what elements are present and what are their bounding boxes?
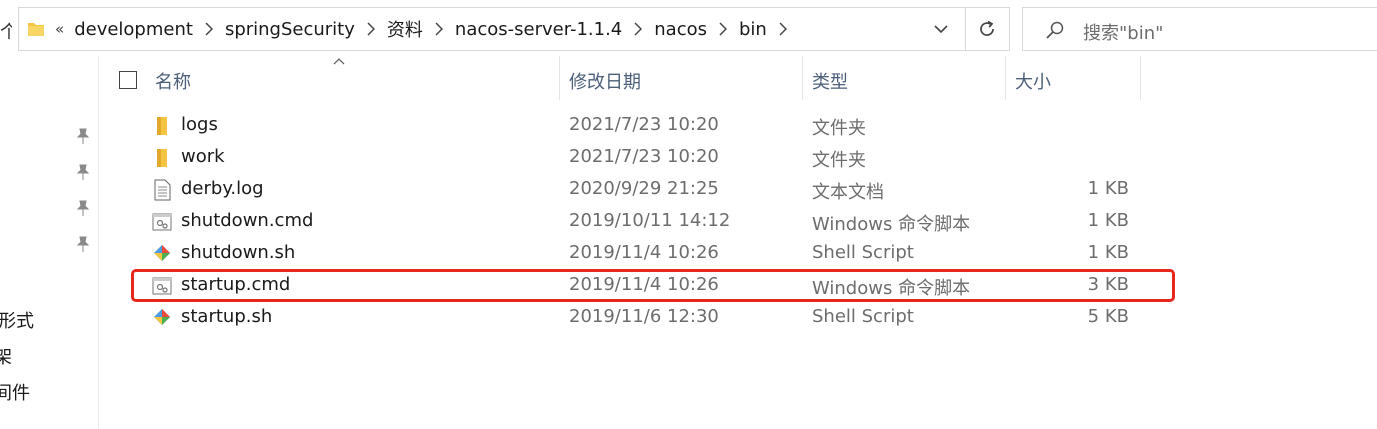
file-size: 3 KB <box>1087 274 1129 295</box>
folder-icon <box>157 117 167 135</box>
pin-icon[interactable] <box>74 163 92 181</box>
file-type: Windows 命令脚本 <box>812 278 971 299</box>
file-row[interactable]: startup.sh 2019/11/6 12:30 Shell Script … <box>140 302 1160 334</box>
nav-item-quick-access[interactable]: 形式 <box>0 307 34 333</box>
file-date: 2019/10/11 14:12 <box>569 210 731 231</box>
folder-icon <box>28 23 44 36</box>
pin-icon[interactable] <box>74 127 92 145</box>
file-row[interactable]: logs 2021/7/23 10:20 文件夹 <box>140 110 1160 142</box>
folder-icon <box>157 149 167 167</box>
file-type: Shell Script <box>812 306 914 327</box>
shell-script-icon <box>154 245 170 261</box>
column-divider[interactable] <box>1005 56 1006 100</box>
breadcrumb-overflow-icon[interactable]: « <box>55 20 64 38</box>
file-name[interactable]: startup.sh <box>181 306 272 327</box>
breadcrumb-item-nacos-server[interactable]: nacos-server-1.1.4 <box>455 19 622 40</box>
breadcrumb: « development springSecurity 资料 nacos-se… <box>55 8 799 50</box>
column-divider[interactable] <box>802 56 803 100</box>
file-date: 2020/9/29 21:25 <box>569 178 719 199</box>
refresh-icon[interactable] <box>975 17 999 41</box>
file-size: 1 KB <box>1087 178 1129 199</box>
file-type: 文本文档 <box>812 182 884 203</box>
chevron-right-icon[interactable] <box>205 22 213 36</box>
cmd-file-icon <box>152 213 172 231</box>
file-row[interactable]: shutdown.sh 2019/11/4 10:26 Shell Script… <box>140 238 1160 270</box>
chevron-right-icon[interactable] <box>435 22 443 36</box>
select-all-checkbox[interactable] <box>119 71 137 89</box>
cmd-file-icon <box>152 277 172 295</box>
file-type: Shell Script <box>812 242 914 263</box>
chevron-right-icon[interactable] <box>779 22 787 36</box>
file-date: 2019/11/4 10:26 <box>569 242 719 263</box>
file-name[interactable]: shutdown.cmd <box>181 210 313 231</box>
file-row[interactable]: derby.log 2020/9/29 21:25 文本文档 1 KB <box>140 174 1160 206</box>
breadcrumb-item-development[interactable]: development <box>74 19 193 40</box>
navigation-pane: 形式 架 间件 <box>0 56 99 429</box>
file-size: 5 KB <box>1087 306 1129 327</box>
breadcrumb-item-nacos[interactable]: nacos <box>654 19 707 40</box>
column-header: 名称 修改日期 类型 大小 <box>100 56 1377 102</box>
pin-icon[interactable] <box>74 235 92 253</box>
address-divider <box>965 8 966 50</box>
up-level-button[interactable]: 个 <box>0 18 12 44</box>
nav-item-quick-access[interactable]: 间件 <box>0 379 30 405</box>
file-date: 2021/7/23 10:20 <box>569 146 719 167</box>
pin-icon[interactable] <box>74 199 92 217</box>
column-header-size[interactable]: 大小 <box>1015 68 1051 94</box>
file-size: 1 KB <box>1087 210 1129 231</box>
file-row[interactable]: shutdown.cmd 2019/10/11 14:12 Windows 命令… <box>140 206 1160 238</box>
chevron-right-icon[interactable] <box>367 22 375 36</box>
file-date: 2019/11/6 12:30 <box>569 306 719 327</box>
sort-ascending-icon <box>333 58 345 65</box>
chevron-right-icon[interactable] <box>719 22 727 36</box>
file-size: 1 KB <box>1087 242 1129 263</box>
column-header-type[interactable]: 类型 <box>812 68 848 94</box>
breadcrumb-item-materials[interactable]: 资料 <box>387 16 423 42</box>
column-header-name[interactable]: 名称 <box>155 68 191 94</box>
search-box[interactable]: 搜索"bin" <box>1022 7 1377 51</box>
breadcrumb-item-springsecurity[interactable]: springSecurity <box>225 19 355 40</box>
file-name[interactable]: shutdown.sh <box>181 242 295 263</box>
column-header-date[interactable]: 修改日期 <box>569 68 641 94</box>
file-name[interactable]: logs <box>181 114 218 135</box>
file-row[interactable]: work 2021/7/23 10:20 文件夹 <box>140 142 1160 174</box>
file-type: 文件夹 <box>812 150 866 171</box>
search-icon <box>1046 21 1064 39</box>
column-divider[interactable] <box>1140 56 1141 100</box>
chevron-right-icon[interactable] <box>634 22 643 36</box>
nav-item-quick-access[interactable]: 架 <box>0 343 12 369</box>
address-bar[interactable]: « development springSecurity 资料 nacos-se… <box>18 7 1010 51</box>
file-date: 2019/11/4 10:26 <box>569 274 719 295</box>
column-divider[interactable] <box>559 56 560 100</box>
file-type: 文件夹 <box>812 118 866 139</box>
file-name[interactable]: derby.log <box>181 178 264 199</box>
file-type: Windows 命令脚本 <box>812 214 971 235</box>
breadcrumb-item-bin[interactable]: bin <box>739 19 767 40</box>
chevron-down-icon[interactable] <box>931 20 951 38</box>
file-date: 2021/7/23 10:20 <box>569 114 719 135</box>
text-file-icon <box>154 179 171 201</box>
file-name[interactable]: work <box>181 146 225 167</box>
file-row-highlighted[interactable]: startup.cmd 2019/11/4 10:26 Windows 命令脚本… <box>140 270 1160 302</box>
file-name[interactable]: startup.cmd <box>181 274 290 295</box>
shell-script-icon <box>154 309 170 325</box>
search-input[interactable]: 搜索"bin" <box>1083 19 1163 45</box>
pane-divider[interactable] <box>98 56 99 429</box>
